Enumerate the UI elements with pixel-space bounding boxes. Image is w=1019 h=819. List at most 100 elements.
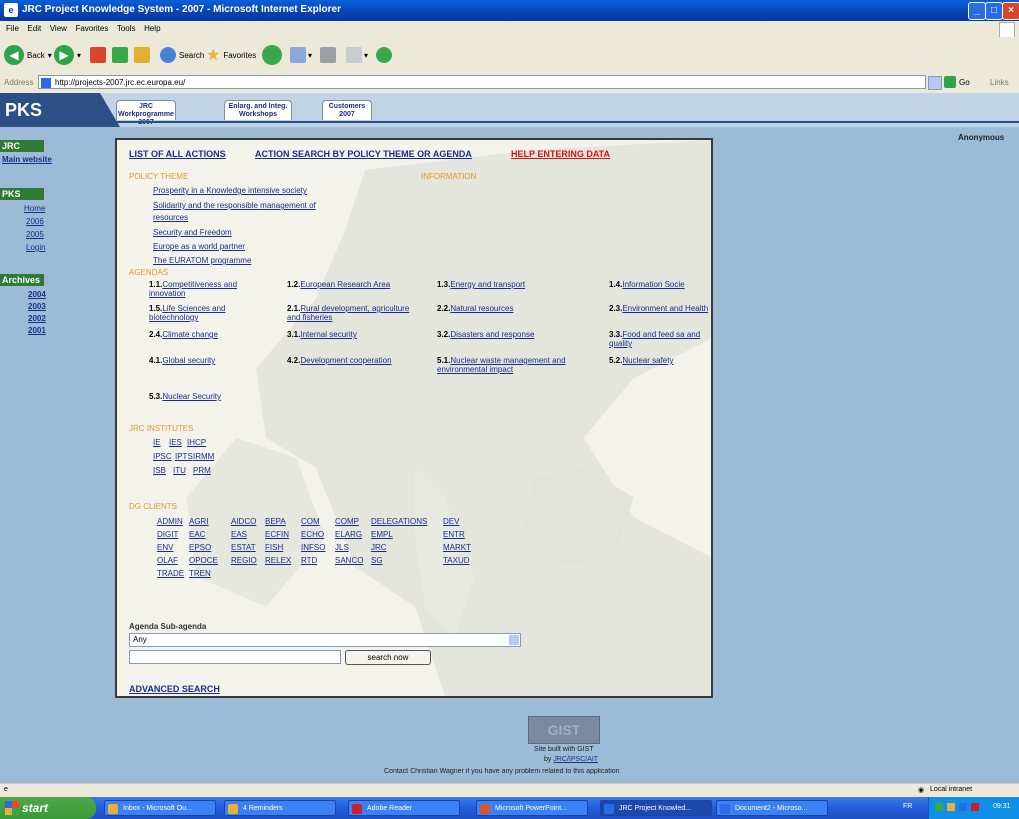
agenda-item[interactable]: 2.3.Environment and Health bbox=[609, 304, 709, 313]
clock[interactable]: 09:31 bbox=[993, 803, 1011, 810]
dg-client-link[interactable]: ECFIN bbox=[265, 530, 289, 539]
dg-client-link[interactable]: SANCO bbox=[335, 556, 363, 565]
sidebar-item-home[interactable]: Home bbox=[24, 204, 45, 213]
agenda-item[interactable]: 1.2.European Research Area bbox=[287, 280, 437, 289]
taskbar-task-button[interactable]: Adobe Reader bbox=[348, 800, 460, 816]
institute-link[interactable]: IES bbox=[169, 438, 182, 447]
dg-client-link[interactable]: DELEGATIONS bbox=[371, 517, 427, 526]
taskbar-task-button[interactable]: 4 Reminders bbox=[224, 800, 336, 816]
policy-link[interactable]: resources bbox=[153, 213, 188, 222]
home-button[interactable] bbox=[134, 43, 150, 67]
footer-author-link[interactable]: JRC/IPSC/AIT bbox=[553, 756, 598, 763]
dg-client-link[interactable]: OLAF bbox=[157, 556, 178, 565]
agenda-item[interactable]: 2.2.Natural resources bbox=[437, 304, 597, 313]
agenda-item[interactable]: 2.1.Rural development, agriculture and f… bbox=[287, 304, 417, 322]
dg-client-link[interactable]: DIGIT bbox=[157, 530, 178, 539]
gist-logo[interactable]: GIST bbox=[528, 716, 600, 744]
agenda-item[interactable]: 3.3.Food and feed sa and quality bbox=[609, 330, 704, 348]
dg-client-link[interactable]: EMPL bbox=[371, 530, 393, 539]
network-icon[interactable] bbox=[935, 803, 943, 811]
links-toolbar[interactable]: Links bbox=[990, 78, 1009, 87]
institute-link[interactable]: IE bbox=[153, 438, 161, 447]
pks-logo[interactable]: PKS bbox=[0, 93, 120, 127]
dg-client-link[interactable]: TRADE bbox=[157, 569, 184, 578]
dg-client-link[interactable]: TAXUD bbox=[443, 556, 470, 565]
sidebar-item-login[interactable]: Login bbox=[26, 243, 46, 252]
sidebar-item-2006[interactable]: 2006 bbox=[26, 217, 44, 226]
dg-client-link[interactable]: JRC bbox=[371, 543, 387, 552]
advanced-search-link[interactable]: ADVANCED SEARCH bbox=[129, 684, 220, 694]
dg-client-link[interactable]: ADMIN bbox=[157, 517, 183, 526]
dg-client-link[interactable]: INFSO bbox=[301, 543, 325, 552]
sidebar-item-2003[interactable]: 2003 bbox=[28, 302, 46, 311]
agenda-item[interactable]: 3.2.Disasters and response bbox=[437, 330, 597, 339]
dg-client-link[interactable]: AGRI bbox=[189, 517, 209, 526]
dg-client-link[interactable]: ELARG bbox=[335, 530, 362, 539]
agenda-item[interactable]: 5.3.Nuclear Security bbox=[149, 392, 279, 401]
sidebar-item-2005[interactable]: 2005 bbox=[26, 230, 44, 239]
agenda-item[interactable]: 1.1.Competitiveness and innovation bbox=[149, 280, 269, 298]
agenda-item[interactable]: 4.1.Global security bbox=[149, 356, 269, 365]
dg-client-link[interactable]: MARKT bbox=[443, 543, 471, 552]
sidebar-item-2001[interactable]: 2001 bbox=[28, 326, 46, 335]
taskbar-task-button[interactable]: JRC Project Knowled... bbox=[600, 800, 712, 816]
address-dropdown-button[interactable] bbox=[928, 76, 942, 90]
agenda-item[interactable]: 1.4.Information Socie bbox=[609, 280, 711, 289]
dg-client-link[interactable]: BEPA bbox=[265, 517, 286, 526]
dg-client-link[interactable]: AIDCO bbox=[231, 517, 256, 526]
agenda-item[interactable]: 3.1.Internal security bbox=[287, 330, 417, 339]
policy-link[interactable]: Prosperity in a Knowledge intensive soci… bbox=[153, 186, 307, 195]
menu-view[interactable]: View bbox=[50, 21, 67, 37]
sidebar-item-2002[interactable]: 2002 bbox=[28, 314, 46, 323]
messenger-button[interactable] bbox=[376, 43, 392, 67]
policy-link[interactable]: The EURATOM programme bbox=[153, 256, 251, 265]
policy-link[interactable]: Europe as a world partner bbox=[153, 242, 245, 251]
mail-button[interactable]: ▾ bbox=[290, 43, 312, 67]
dg-client-link[interactable]: COM bbox=[301, 517, 320, 526]
dg-client-link[interactable]: COMP bbox=[335, 517, 359, 526]
history-button[interactable] bbox=[262, 43, 282, 67]
taskbar-task-button[interactable]: Microsoft PowerPoint... bbox=[476, 800, 588, 816]
close-button[interactable]: × bbox=[1002, 2, 1019, 20]
tab-enlarg-integ-workshops[interactable]: Enlarg. and Integ. Workshops bbox=[224, 100, 292, 120]
dg-client-link[interactable]: RELEX bbox=[265, 556, 291, 565]
dg-client-link[interactable]: ESTAT bbox=[231, 543, 256, 552]
refresh-button[interactable] bbox=[112, 43, 128, 67]
institute-link[interactable]: IPTS bbox=[175, 452, 193, 461]
taskbar-task-button[interactable]: Document2 - Microso... bbox=[716, 800, 828, 816]
favorites-button[interactable]: ★ Favorites bbox=[206, 43, 256, 67]
search-now-button[interactable]: search now bbox=[345, 650, 431, 665]
dg-client-link[interactable]: RTD bbox=[301, 556, 317, 565]
dg-client-link[interactable]: ECHO bbox=[301, 530, 324, 539]
dg-client-link[interactable]: FISH bbox=[265, 543, 283, 552]
start-button[interactable]: start bbox=[0, 797, 96, 819]
edit-button[interactable]: ▾ bbox=[346, 43, 368, 67]
help-entering-data-link[interactable]: HELP ENTERING DATA bbox=[511, 149, 610, 159]
institute-link[interactable]: IPSC bbox=[153, 452, 172, 461]
dg-client-link[interactable]: EPSO bbox=[189, 543, 211, 552]
go-arrow-icon[interactable] bbox=[944, 76, 956, 88]
volume-icon[interactable] bbox=[959, 803, 967, 811]
dg-client-link[interactable]: DEV bbox=[443, 517, 459, 526]
antivirus-icon[interactable] bbox=[947, 803, 955, 811]
policy-link[interactable]: Security and Freedom bbox=[153, 228, 232, 237]
security-icon[interactable] bbox=[971, 803, 979, 811]
tab-customers[interactable]: Customers 2007 bbox=[322, 100, 372, 120]
agenda-item[interactable]: 4.2.Development cooperation bbox=[287, 356, 427, 365]
institute-link[interactable]: ITU bbox=[173, 466, 186, 475]
dg-client-link[interactable]: EAS bbox=[231, 530, 247, 539]
menu-tools[interactable]: Tools bbox=[117, 21, 136, 37]
forward-button[interactable]: ▶ ▾ bbox=[54, 43, 81, 67]
menu-edit[interactable]: Edit bbox=[27, 21, 41, 37]
back-button[interactable]: ◀ Back ▾ bbox=[4, 43, 52, 67]
stop-button[interactable] bbox=[90, 43, 106, 67]
dg-client-link[interactable]: ENV bbox=[157, 543, 173, 552]
agenda-item[interactable]: 1.5.Life Sciences and biotechnology bbox=[149, 304, 269, 322]
institute-link[interactable]: PRM bbox=[193, 466, 211, 475]
minimize-button[interactable]: _ bbox=[968, 2, 986, 20]
menu-help[interactable]: Help bbox=[144, 21, 160, 37]
menu-file[interactable]: File bbox=[6, 21, 19, 37]
agenda-select[interactable]: Any bbox=[129, 633, 521, 647]
institute-link[interactable]: IRMM bbox=[193, 452, 214, 461]
agenda-item[interactable]: 1.3.Energy and transport bbox=[437, 280, 597, 289]
